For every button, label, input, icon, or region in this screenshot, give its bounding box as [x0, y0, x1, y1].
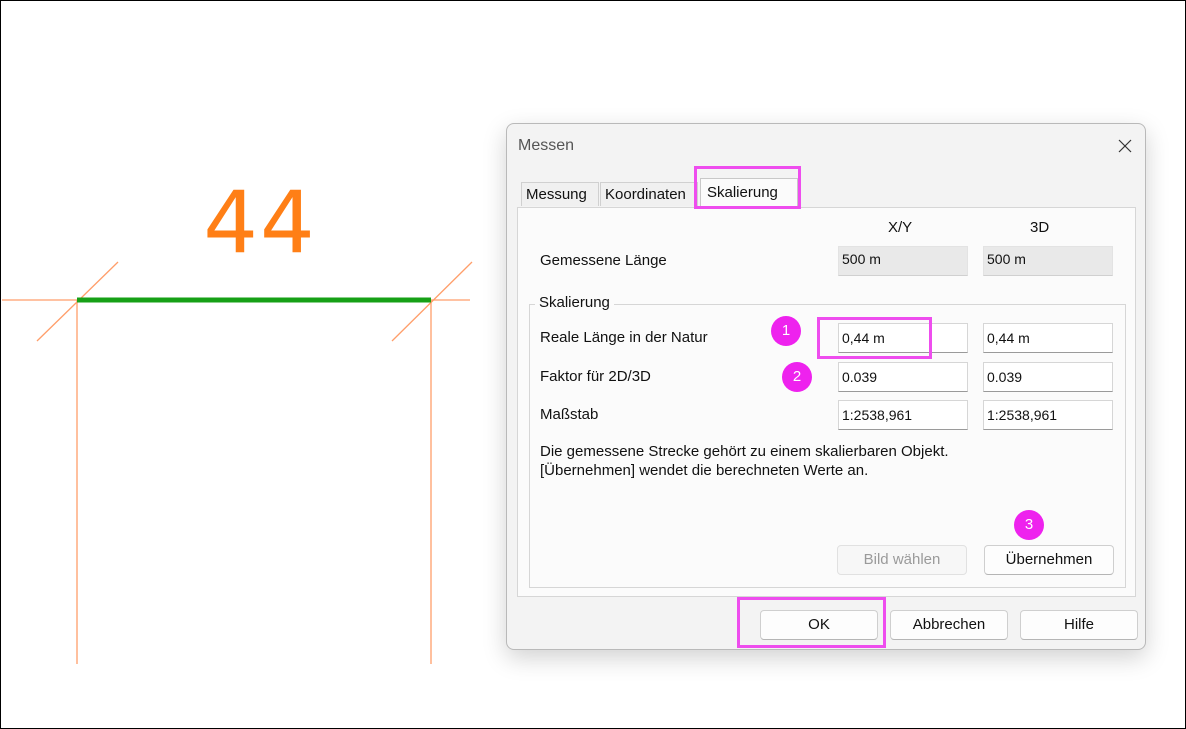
dialog-title: Messen — [518, 137, 575, 154]
tab-koordinaten[interactable]: Koordinaten — [600, 182, 698, 206]
column-header-3d: 3D — [1030, 219, 1050, 236]
real-length-3d-input[interactable]: 0,44 m — [983, 323, 1113, 353]
choose-image-button[interactable]: Bild wählen — [837, 545, 967, 575]
help-button[interactable]: Hilfe — [1020, 610, 1138, 640]
scale-3d-input[interactable]: 1:2538,961 — [983, 400, 1113, 430]
info-line: [Übernehmen] wendet die berechneten Wert… — [540, 462, 869, 479]
tab-skalierung[interactable]: Skalierung — [700, 178, 798, 208]
close-button[interactable] — [1111, 132, 1139, 160]
scale-xy-input[interactable]: 1:2538,961 — [838, 400, 968, 430]
measure-value-label: 44 — [203, 173, 317, 273]
measured-length-3d-field: 500 m — [983, 246, 1113, 276]
apply-button[interactable]: Übernehmen — [984, 545, 1114, 575]
measured-length-xy-field: 500 m — [838, 246, 968, 276]
real-length-label: Reale Länge in der Natur — [540, 329, 708, 346]
factor-label: Faktor für 2D/3D — [540, 368, 651, 385]
real-length-xy-input[interactable]: 0,44 m — [838, 323, 968, 353]
measured-length-label: Gemessene Länge — [540, 252, 667, 269]
tab-messung[interactable]: Messung — [521, 182, 599, 206]
close-icon — [1118, 139, 1132, 153]
measure-dialog: Messen Messung Koordinaten Skalierung X/… — [506, 123, 1146, 650]
scaling-group-label: Skalierung — [535, 294, 614, 311]
annotation-badge-1: 1 — [771, 316, 801, 346]
factor-3d-input[interactable]: 0.039 — [983, 362, 1113, 392]
info-line: Die gemessene Strecke gehört zu einem sk… — [540, 443, 949, 460]
factor-xy-input[interactable]: 0.039 — [838, 362, 968, 392]
scale-label: Maßstab — [540, 406, 599, 423]
cancel-button[interactable]: Abbrechen — [890, 610, 1008, 640]
column-header-xy: X/Y — [888, 219, 913, 236]
info-text: Die gemessene Strecke gehört zu einem sk… — [540, 442, 949, 480]
annotation-badge-3: 3 — [1014, 510, 1044, 540]
ok-button[interactable]: OK — [760, 610, 878, 640]
annotation-badge-2: 2 — [782, 362, 812, 392]
